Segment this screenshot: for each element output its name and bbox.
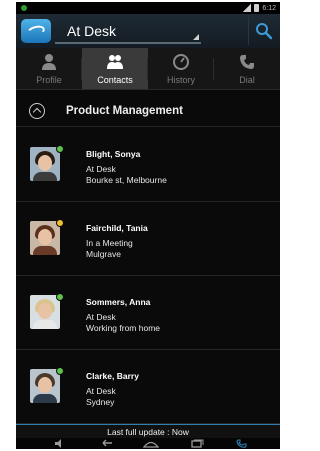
system-status-bar: 6:12 bbox=[16, 2, 280, 14]
presence-indicator bbox=[56, 293, 64, 301]
app-logo-icon bbox=[21, 19, 51, 43]
presence-indicator bbox=[56, 367, 64, 375]
presence-status-select[interactable]: At Desk bbox=[55, 19, 201, 44]
contact-status: At Desk bbox=[86, 164, 116, 174]
contact-location: Mulgrave bbox=[86, 249, 121, 259]
contact-name: Fairchild, Tania bbox=[86, 223, 148, 233]
dropdown-indicator-icon bbox=[193, 34, 199, 40]
group-title: Product Management bbox=[66, 105, 183, 117]
contacts-icon bbox=[107, 55, 123, 69]
presence-status-label: At Desk bbox=[67, 23, 117, 39]
signal-icon bbox=[243, 4, 252, 12]
update-status-bar: Last full update : Now bbox=[16, 424, 280, 438]
home-icon[interactable] bbox=[143, 439, 159, 448]
presence-indicator bbox=[56, 219, 64, 227]
volume-icon[interactable] bbox=[54, 439, 66, 448]
phone-icon bbox=[240, 55, 254, 69]
recent-apps-icon[interactable] bbox=[190, 439, 204, 448]
contact-status: At Desk bbox=[86, 312, 116, 322]
contact-row[interactable]: Fairchild, Tania In a Meeting Mulgrave bbox=[16, 202, 280, 276]
contact-status: At Desk bbox=[86, 386, 116, 396]
phone-icon[interactable] bbox=[236, 439, 248, 448]
search-button[interactable] bbox=[248, 17, 278, 45]
person-icon bbox=[42, 54, 56, 70]
contact-name: Clarke, Barry bbox=[86, 371, 139, 381]
clock-icon bbox=[173, 54, 189, 70]
notification-icon bbox=[21, 5, 27, 11]
avatar bbox=[30, 221, 60, 255]
contact-name: Sommers, Anna bbox=[86, 297, 151, 307]
tab-profile[interactable]: Profile bbox=[16, 48, 82, 89]
tab-dial[interactable]: Dial bbox=[214, 48, 280, 89]
avatar bbox=[30, 147, 60, 181]
contact-status: In a Meeting bbox=[86, 238, 133, 248]
status-indicators: 6:12 bbox=[243, 3, 276, 13]
presence-indicator bbox=[56, 145, 64, 153]
contact-row[interactable]: Blight, Sonya At Desk Bourke st, Melbour… bbox=[16, 128, 280, 202]
tab-history[interactable]: History bbox=[148, 48, 214, 89]
contact-row[interactable]: Sommers, Anna At Desk Working from home bbox=[16, 276, 280, 350]
update-status-text: Last full update : Now bbox=[107, 427, 189, 437]
avatar bbox=[30, 369, 60, 403]
contact-list: Blight, Sonya At Desk Bourke st, Melbour… bbox=[16, 128, 280, 424]
group-header[interactable]: Product Management bbox=[16, 97, 280, 127]
android-nav-bar bbox=[16, 438, 280, 449]
contact-location: Working from home bbox=[86, 323, 161, 333]
phone-screen: 6:12 At Desk Profile Contacts History Di… bbox=[16, 2, 280, 449]
tab-bar: Profile Contacts History Dial bbox=[16, 48, 280, 90]
search-icon bbox=[256, 23, 273, 40]
avatar bbox=[30, 295, 60, 329]
contact-row[interactable]: Clarke, Barry At Desk Sydney bbox=[16, 350, 280, 424]
contact-location: Bourke st, Melbourne bbox=[86, 175, 167, 185]
contact-name: Blight, Sonya bbox=[86, 149, 141, 159]
tab-label: Profile bbox=[36, 75, 62, 85]
collapse-icon[interactable] bbox=[29, 103, 45, 119]
contact-location: Sydney bbox=[86, 397, 115, 407]
tab-label: History bbox=[166, 75, 195, 85]
back-icon[interactable] bbox=[100, 439, 114, 448]
tab-contacts[interactable]: Contacts bbox=[82, 48, 148, 89]
battery-icon bbox=[254, 4, 260, 12]
presence-bar: At Desk bbox=[16, 14, 280, 48]
tab-label: Contacts bbox=[97, 75, 133, 85]
clock: 6:12 bbox=[262, 4, 276, 12]
tab-label: Dial bbox=[239, 75, 255, 85]
